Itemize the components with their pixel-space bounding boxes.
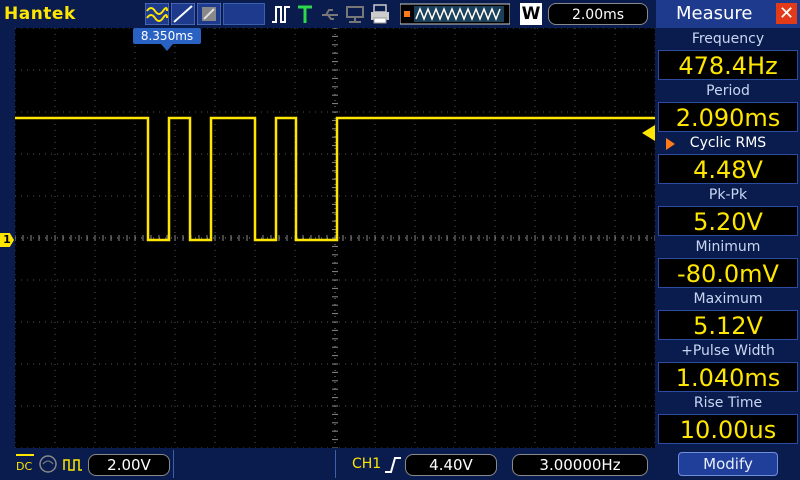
measure-header: Measure ✕ — [656, 0, 800, 28]
measure-value-cyclic-rms[interactable]: 4.48V — [658, 154, 798, 184]
measure-label-pk-pk[interactable]: Pk-Pk — [658, 185, 798, 205]
print-icon[interactable] — [369, 3, 391, 25]
bandwidth-limit-icon[interactable] — [38, 454, 58, 474]
measure-value-pk-pk[interactable]: 5.20V — [658, 206, 798, 236]
trigger-level-marker[interactable] — [642, 125, 655, 141]
measure-value-frequency[interactable]: 478.4Hz — [658, 50, 798, 80]
memory-position-icon[interactable] — [400, 3, 510, 25]
measure-value-period[interactable]: 2.090ms — [658, 102, 798, 132]
pulse-icon[interactable] — [270, 3, 292, 25]
measure-label-period[interactable]: Period — [658, 81, 798, 101]
trigger-level-readout[interactable]: 4.40V — [405, 454, 497, 476]
probe-invert-icon[interactable] — [62, 454, 84, 474]
measure-label-rise-time[interactable]: Rise Time — [658, 393, 798, 413]
trigger-channel-label: CH1 — [352, 456, 382, 472]
coupling-indicator[interactable]: DC — [16, 452, 34, 476]
measure-title: Measure — [676, 3, 753, 24]
blank-slot — [223, 3, 265, 25]
trigger-position-marker[interactable] — [161, 44, 173, 51]
usb-icon — [322, 9, 338, 20]
vector-mode-icon[interactable] — [171, 3, 195, 25]
measure-label-pulse-width[interactable]: +Pulse Width — [658, 341, 798, 361]
measure-value-minimum[interactable]: -80.0mV — [658, 258, 798, 288]
measure-value-maximum[interactable]: 5.12V — [658, 310, 798, 340]
channel1-ground-marker[interactable]: 1 — [0, 233, 14, 247]
window-mode-button[interactable]: W — [520, 3, 542, 25]
close-button[interactable]: ✕ — [776, 3, 797, 24]
network-icon — [346, 6, 364, 23]
trigger-T-icon[interactable] — [296, 3, 314, 25]
trigger-position-label: 8.350ms — [133, 28, 201, 44]
measure-value-pulse-width[interactable]: 1.040ms — [658, 362, 798, 392]
persistence-icon[interactable] — [197, 3, 221, 25]
measure-label-cyclic-rms[interactable]: Cyclic RMS — [668, 133, 788, 153]
volts-div-readout[interactable]: 2.00V — [88, 454, 170, 476]
divider — [173, 450, 174, 478]
trigger-frequency-readout[interactable]: 3.00000Hz — [512, 454, 648, 476]
waveform-display[interactable] — [15, 28, 655, 448]
brand-logo: Hantek — [4, 4, 76, 24]
display-mode-icon[interactable] — [145, 3, 169, 25]
modify-button[interactable]: Modify — [678, 452, 778, 476]
coupling-label: DC — [16, 460, 33, 473]
graticule — [15, 28, 655, 448]
measure-label-maximum[interactable]: Maximum — [658, 289, 798, 309]
rising-edge-icon[interactable] — [384, 455, 402, 475]
measure-value-rise-time[interactable]: 10.00us — [658, 414, 798, 444]
measure-label-frequency[interactable]: Frequency — [658, 29, 798, 49]
timebase-readout[interactable]: 2.00ms — [548, 3, 648, 25]
divider — [335, 450, 336, 478]
measure-label-minimum[interactable]: Minimum — [658, 237, 798, 257]
